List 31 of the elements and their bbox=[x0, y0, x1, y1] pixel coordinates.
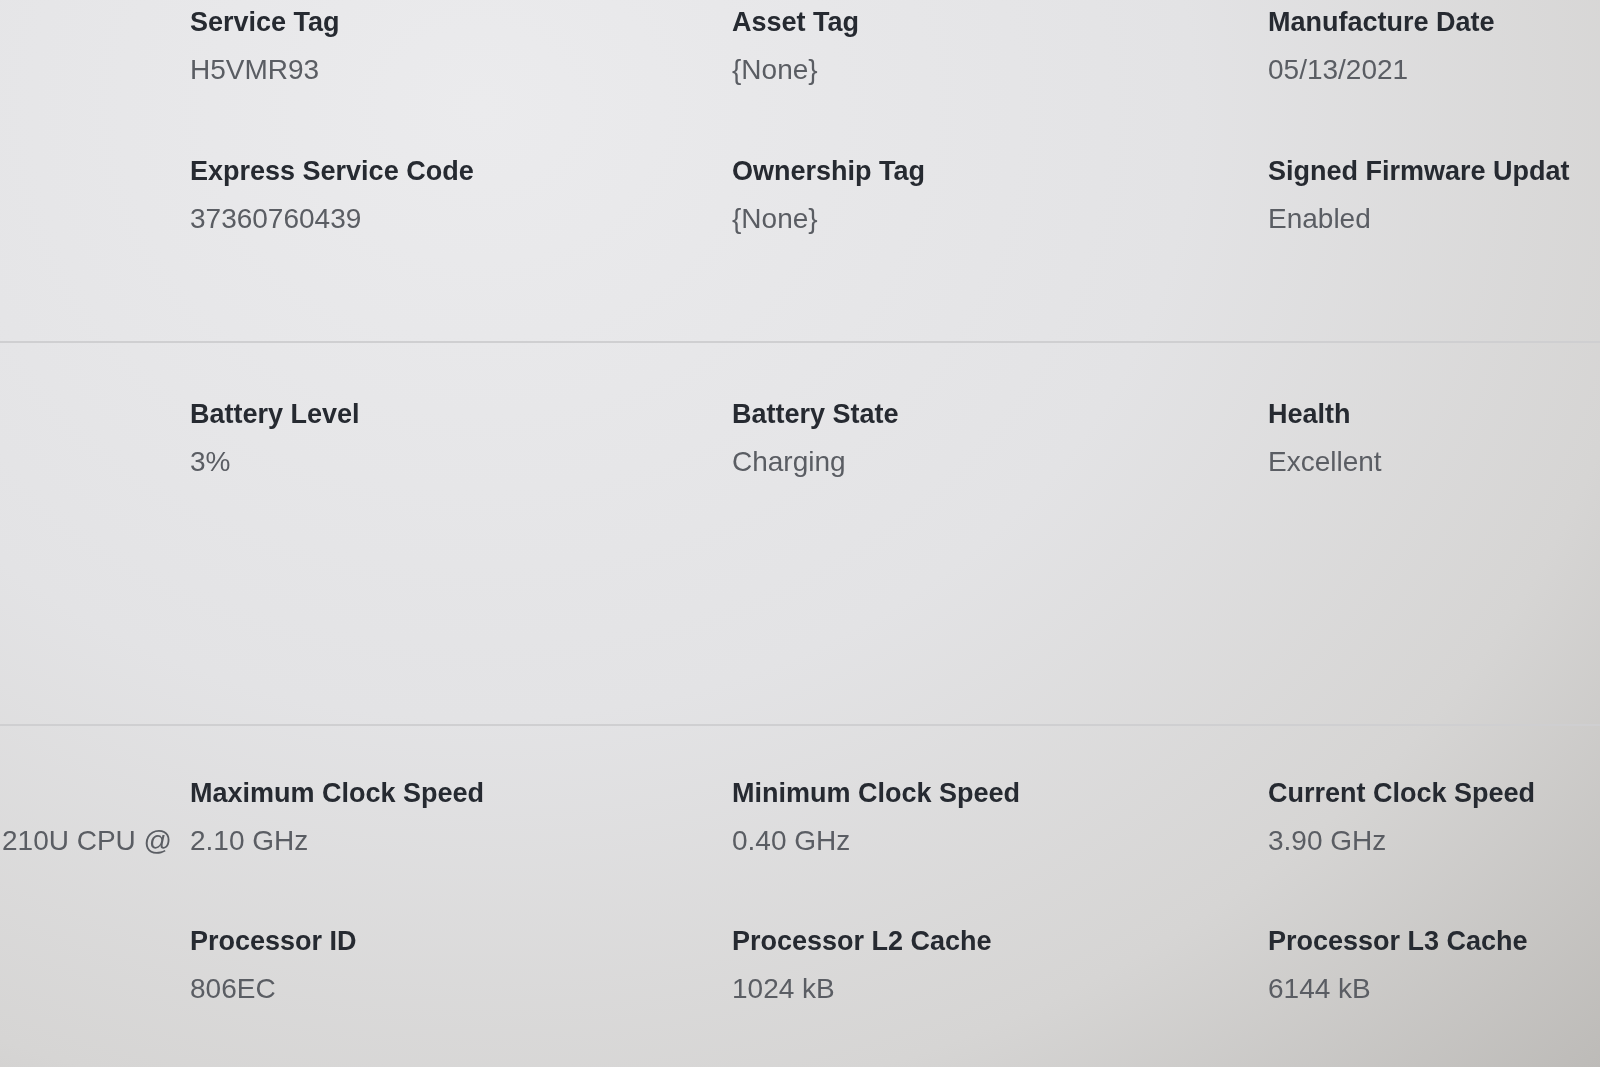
field-label: Signed Firmware Updat bbox=[1268, 155, 1570, 188]
field-label: Battery Level bbox=[190, 398, 360, 431]
field-label: Current Clock Speed bbox=[1268, 777, 1536, 810]
field-label: Minimum Clock Speed bbox=[732, 777, 1021, 810]
field-label: Maximum Clock Speed bbox=[190, 777, 485, 810]
field-value: Charging bbox=[732, 445, 846, 479]
field-value: {None} bbox=[732, 202, 818, 236]
field-value: Enabled bbox=[1268, 202, 1371, 236]
field-label: Ownership Tag bbox=[732, 155, 926, 188]
field-value: 6144 kB bbox=[1268, 972, 1371, 1006]
field-value: {None} bbox=[732, 53, 818, 87]
field-value: 1024 kB bbox=[732, 972, 835, 1006]
field-label: Processor L2 Cache bbox=[732, 925, 992, 958]
field-value: 806EC bbox=[190, 972, 276, 1006]
field-value: 0.40 GHz bbox=[732, 824, 851, 858]
field-value: 05/13/2021 bbox=[1268, 53, 1409, 87]
field-label: Health bbox=[1268, 398, 1351, 431]
field-label: Service Tag bbox=[190, 6, 340, 39]
field-value: 37360760439 bbox=[190, 202, 362, 236]
field-label: Express Service Code bbox=[190, 155, 474, 188]
cpu-model-value: 210U CPU @ bbox=[1, 824, 173, 858]
field-value: Excellent bbox=[1268, 445, 1382, 479]
field-label: Battery State bbox=[732, 398, 899, 431]
field-label: Processor L3 Cache bbox=[1268, 925, 1528, 958]
field-label: Asset Tag bbox=[732, 6, 860, 39]
field-value: 2.10 GHz bbox=[190, 824, 309, 858]
field-value: 3% bbox=[190, 445, 231, 479]
field-value: H5VMR93 bbox=[190, 53, 320, 87]
field-label: Manufacture Date bbox=[1268, 6, 1495, 39]
field-label: Processor ID bbox=[190, 925, 357, 958]
field-value: 3.90 GHz bbox=[1268, 824, 1387, 858]
